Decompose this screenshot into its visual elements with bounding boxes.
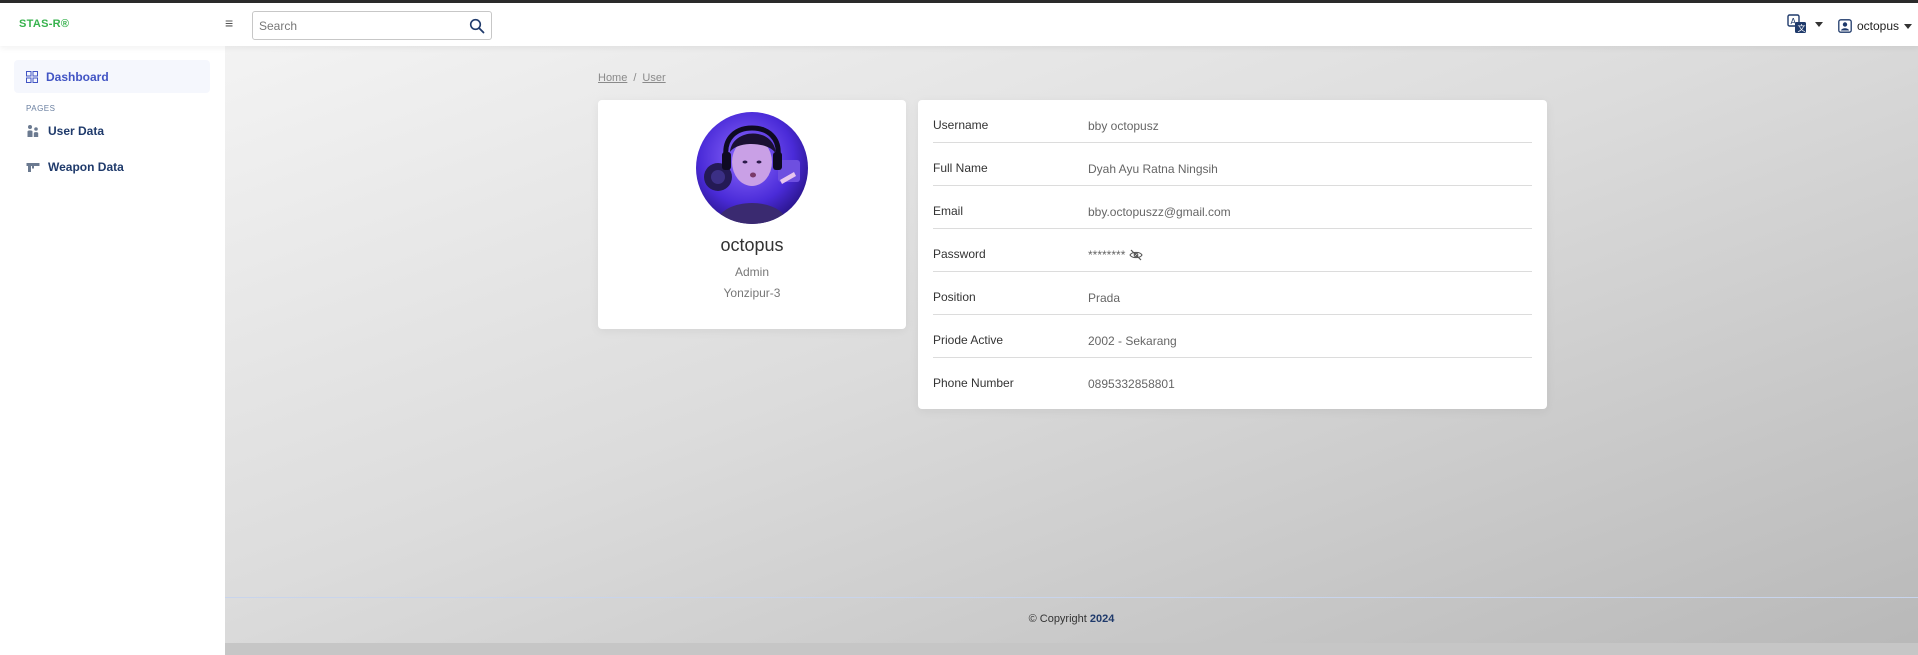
detail-row-fullname: Full Name Dyah Ayu Ratna Ningsih — [933, 143, 1532, 186]
detail-row-password: Password ******** — [933, 229, 1532, 272]
grid-icon — [26, 70, 38, 83]
detail-value: Prada — [1088, 291, 1120, 305]
search-box — [252, 11, 492, 40]
sidebar-item-label: Dashboard — [46, 69, 109, 84]
detail-label: Username — [933, 118, 989, 132]
svg-text:文: 文 — [1798, 23, 1806, 33]
avatar — [696, 112, 808, 224]
position-value: Prada — [1088, 291, 1121, 305]
sidebar-section-heading: PAGES — [26, 104, 56, 113]
detail-row-position: Position Prada — [933, 272, 1532, 315]
profile-name: octopus — [720, 235, 784, 255]
copyright-year: 2024 — [1089, 613, 1115, 625]
detail-label: Password — [933, 247, 986, 261]
users-icon — [27, 125, 39, 137]
detail-label: Priode Active — [933, 333, 1004, 347]
breadcrumb: Home / User — [598, 72, 666, 84]
detail-value: bby octopusz — [1088, 119, 1159, 133]
username-value: bby octopusz — [1088, 119, 1159, 133]
detail-row-phone: Phone Number 0895332858801 — [933, 358, 1532, 401]
footer-divider — [225, 597, 1918, 598]
top-header: STAS-R® ≡ A 文 octopus — [0, 3, 1918, 46]
detail-value: 2002 - Sekarang — [1088, 334, 1177, 348]
breadcrumb-home[interactable]: Home — [598, 72, 627, 84]
detail-row-username: Username bby octopusz — [933, 100, 1532, 143]
main-content: Home / User octopus Admin Yonzipur-3 Use… — [225, 46, 1918, 655]
copyright-text: © Copyright — [1028, 613, 1087, 625]
detail-value: bby.octopuszz@gmail.com — [1088, 205, 1231, 219]
chevron-down-icon — [1815, 22, 1823, 27]
user-menu-dropdown[interactable]: octopus — [1838, 16, 1913, 36]
breadcrumb-current[interactable]: User — [642, 72, 665, 84]
footer: © Copyright 2024 — [225, 613, 1918, 625]
user-name: octopus — [1857, 19, 1900, 33]
sidebar: Dashboard PAGES User Data Weapon Data — [0, 46, 225, 655]
bottom-scroll-area — [225, 643, 1918, 655]
user-details-card: Username bby octopusz Full Name Dyah Ayu… — [918, 100, 1547, 409]
sidebar-item-weapon-data[interactable]: Weapon Data — [26, 160, 124, 174]
detail-row-email: Email bby.octopuszz@gmail.com — [933, 186, 1532, 229]
sidebar-item-label: User Data — [48, 124, 105, 138]
detail-label: Phone Number — [933, 376, 1014, 390]
password-value: ******** — [1088, 248, 1126, 262]
detail-value: 0895332858801 — [1088, 377, 1175, 391]
sidebar-item-dashboard[interactable]: Dashboard — [14, 60, 210, 93]
eye-off-icon[interactable] — [1129, 249, 1143, 261]
fullname-value: Dyah Ayu Ratna Ningsih — [1088, 162, 1218, 176]
email-value: bby.octopuszz@gmail.com — [1088, 205, 1231, 219]
period-value: 2002 - Sekarang — [1088, 334, 1177, 348]
sidebar-item-label: Weapon Data — [48, 160, 124, 174]
phone-value: 0895332858801 — [1088, 377, 1175, 391]
detail-label: Email — [933, 204, 964, 218]
brand-logo[interactable]: STAS-R® — [19, 18, 69, 30]
search-input[interactable] — [253, 12, 458, 39]
detail-value: Dyah Ayu Ratna Ningsih — [1088, 162, 1218, 176]
detail-label: Position — [933, 290, 976, 304]
profile-card: octopus Admin Yonzipur-3 — [598, 100, 906, 329]
search-icon[interactable] — [469, 18, 485, 34]
chevron-down-icon — [1904, 23, 1913, 29]
weapon-icon — [26, 163, 40, 172]
breadcrumb-separator: / — [633, 72, 637, 84]
profile-unit: Yonzipur-3 — [723, 286, 781, 300]
language-dropdown[interactable]: A 文 — [1787, 14, 1823, 36]
translate-icon: A 文 — [1787, 14, 1806, 33]
detail-value: ******** — [1088, 248, 1143, 262]
detail-label: Full Name — [933, 161, 988, 175]
user-icon — [1838, 19, 1852, 33]
detail-row-period: Priode Active 2002 - Sekarang — [933, 315, 1532, 358]
menu-toggle-icon[interactable]: ≡ — [225, 15, 233, 31]
sidebar-item-user-data[interactable]: User Data — [26, 124, 104, 138]
profile-role: Admin — [734, 265, 769, 279]
